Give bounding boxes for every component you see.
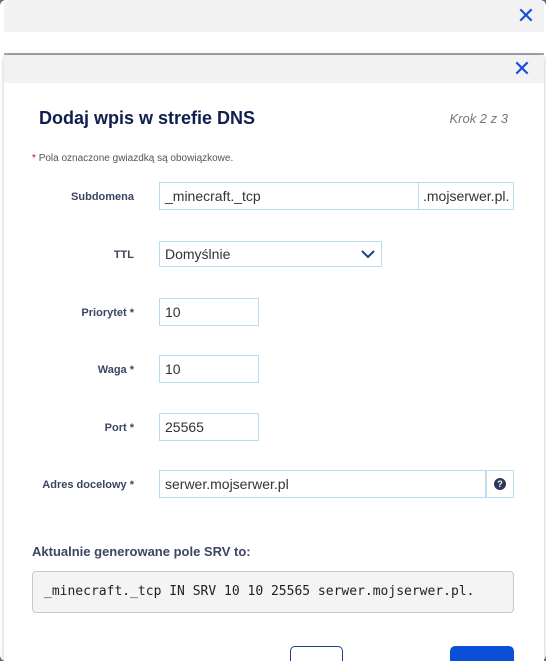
required-fields-note: * Pola oznaczone gwiazdką są obowiązkowe… [32,153,233,164]
priority-label: Priorytet * [81,307,134,319]
required-star: * [32,153,36,164]
subdomain-label: Subdomena [71,191,134,203]
ttl-selected-value: Domyślnie [165,246,231,262]
step-indicator: Krok 2 z 3 [449,111,508,126]
weight-input[interactable]: 10 [159,355,259,383]
weight-label: Waga * [97,364,134,376]
required-note-text: Pola oznaczone gwiazdką są obowiązkowe. [38,153,234,164]
close-icon[interactable]: ✕ [512,58,532,80]
background-dialog-header [4,0,544,32]
port-label: Port * [104,422,134,434]
background-close-icon[interactable]: ✕ [516,5,536,27]
priority-input[interactable]: 10 [159,298,259,326]
port-input[interactable]: 25565 [159,413,259,441]
next-button[interactable] [450,646,514,661]
subdomain-input[interactable]: _minecraft._tcp [159,182,419,210]
ttl-label: TTL [113,249,134,261]
help-button[interactable]: ? [486,470,514,498]
add-dns-record-dialog: ✕ Dodaj wpis w strefie DNS Krok 2 z 3 * … [4,55,544,661]
srv-preview-record: _minecraft._tcp IN SRV 10 10 25565 serwe… [32,571,514,613]
dialog-header-bar [4,55,544,83]
chevron-down-icon [361,250,375,259]
target-address-label: Adres docelowy * [42,479,134,491]
ttl-select[interactable]: Domyślnie [159,241,382,267]
dialog-title: Dodaj wpis w strefie DNS [39,108,256,128]
target-address-input[interactable]: serwer.mojserwer.pl [159,470,486,498]
domain-suffix: .mojserwer.pl. [418,182,514,210]
srv-preview-title: Aktualnie generowane pole SRV to: [32,544,251,559]
back-button[interactable] [290,646,343,661]
question-circle-icon: ? [494,478,506,490]
